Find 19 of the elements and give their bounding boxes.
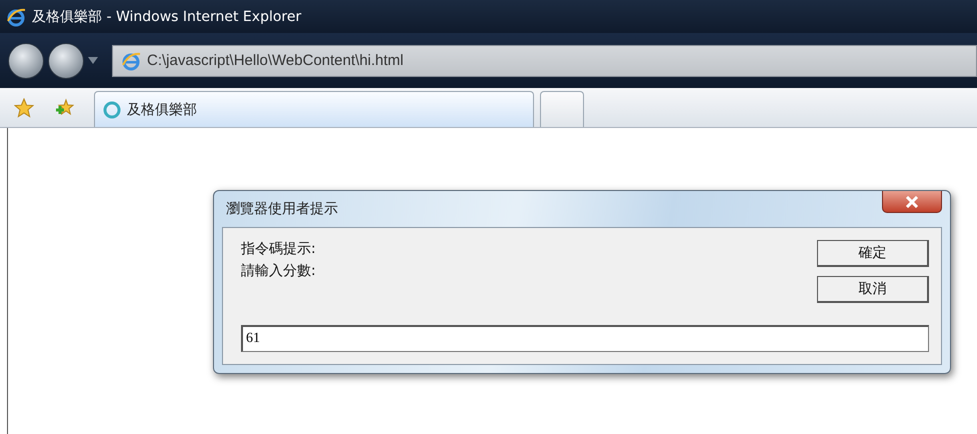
cancel-button[interactable]: 取消	[817, 276, 929, 303]
back-button[interactable]	[8, 42, 44, 78]
forward-button[interactable]	[48, 42, 84, 78]
favorites-star-icon[interactable]	[14, 98, 34, 118]
loading-icon	[103, 100, 121, 118]
window-title: 及格俱樂部 - Windows Internet Explorer	[32, 8, 302, 26]
dropdown-caret-icon[interactable]	[88, 57, 98, 64]
page-icon	[121, 50, 141, 70]
close-icon	[905, 196, 919, 208]
browser-tab[interactable]: 及格俱樂部	[94, 91, 534, 127]
dialog-title: 瀏覽器使用者提示	[226, 200, 338, 218]
address-field[interactable]: C:\javascript\Hello\WebContent\hi.html	[112, 44, 977, 76]
close-button[interactable]	[882, 191, 942, 213]
add-favorite-icon[interactable]	[54, 98, 74, 118]
prompt-text: 請輸入分數:	[241, 262, 317, 280]
browser-logo-icon	[6, 6, 26, 26]
answer-field[interactable]: 61	[241, 325, 929, 352]
ok-button[interactable]: 確定	[817, 240, 929, 267]
prompt-text: 指令碼提示:	[241, 240, 317, 258]
